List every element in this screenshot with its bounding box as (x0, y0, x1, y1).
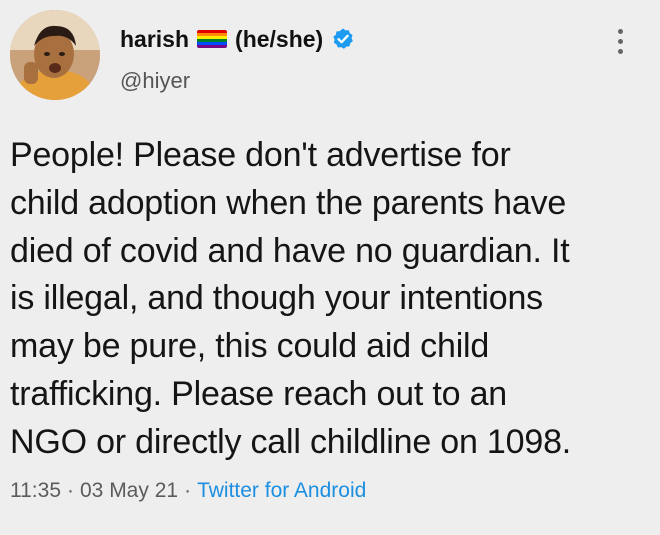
display-name[interactable]: harish (120, 26, 189, 53)
tweet-text-line: is illegal, and though your intentions (10, 279, 543, 318)
pronouns: (he/she) (235, 25, 324, 52)
meta-separator: · (67, 479, 74, 502)
source-app-link[interactable]: Twitter for Android (197, 479, 366, 503)
more-vertical-icon[interactable] (610, 26, 630, 56)
tweet-text-line: People! Please don't advertise for (10, 136, 511, 174)
rainbow-flag-icon (197, 30, 228, 48)
tweet-text: People! Please don't advertise for child… (10, 132, 655, 467)
tweet-time[interactable]: 11:35 (10, 479, 61, 503)
user-name-row[interactable]: harish (he/she) (120, 22, 355, 56)
tweet-text-line: NGO or directly call childline on 1098. (10, 422, 572, 461)
tweet-text-line: child adoption when the parents have (10, 183, 567, 222)
tweet-card: harish (he/she) @hiyer People! Please do… (0, 0, 660, 535)
tweet-meta: 11:35 · 03 May 21 · Twitter for Android (10, 479, 366, 503)
user-handle[interactable]: @hiyer (120, 68, 190, 94)
verified-badge-icon (333, 28, 354, 49)
tweet-text-line: trafficking. Please reach out to an (10, 374, 508, 413)
tweet-text-line: may be pure, this could aid child (10, 327, 490, 366)
tweet-date[interactable]: 03 May 21 (80, 479, 178, 503)
avatar[interactable] (10, 10, 100, 100)
tweet-text-line: died of covid and have no guardian. It (10, 231, 570, 270)
meta-separator: · (184, 479, 192, 502)
avatar-image (10, 10, 100, 100)
